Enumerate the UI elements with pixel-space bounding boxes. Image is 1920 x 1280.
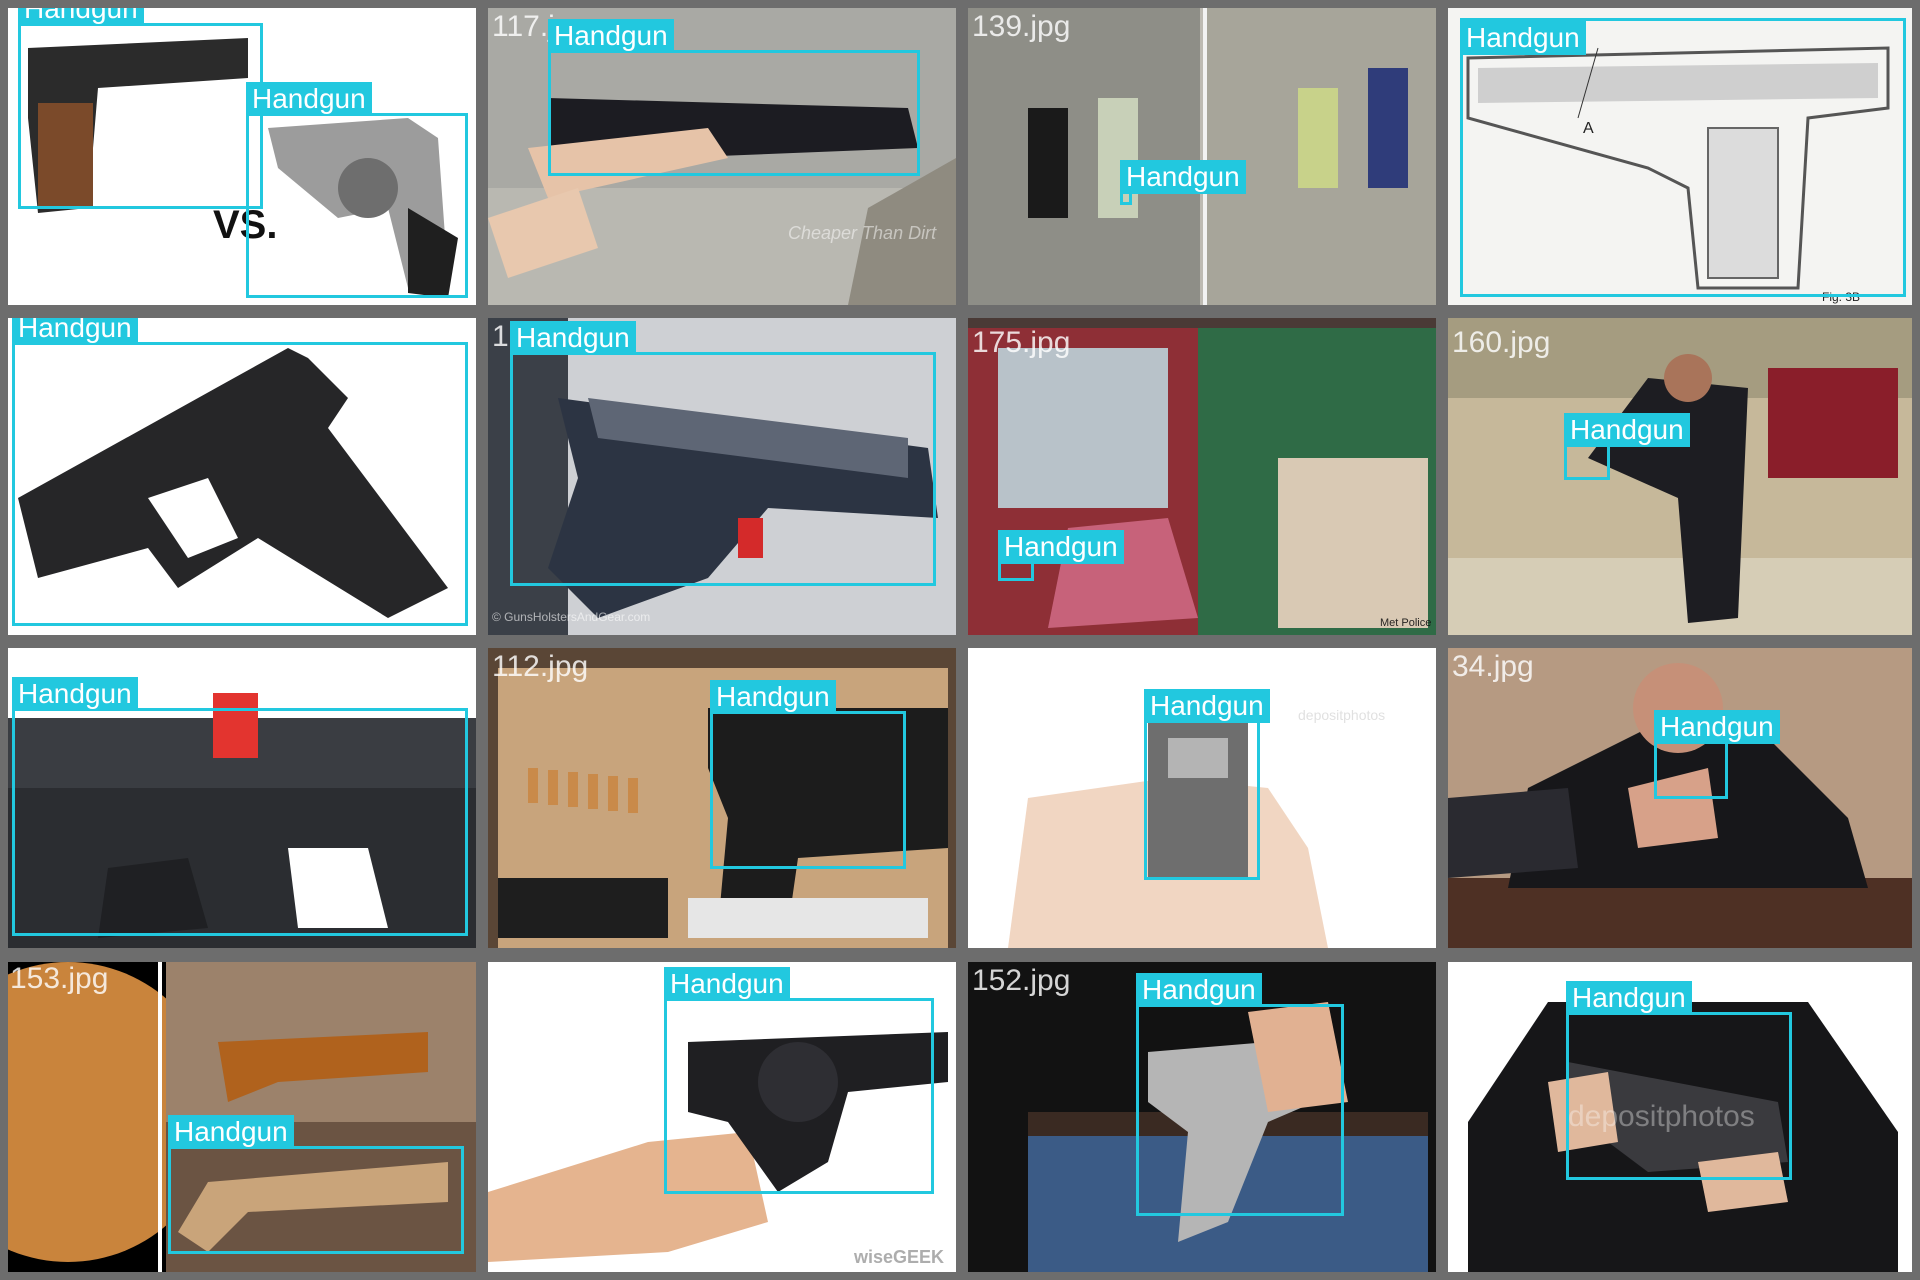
tile-filename: 112.jpg bbox=[492, 650, 589, 683]
detection-box: Handgun bbox=[510, 321, 936, 586]
detection-label: Handgun bbox=[18, 8, 144, 26]
detection-box: Handgun bbox=[12, 318, 468, 626]
detection-label: Handgun bbox=[998, 530, 1124, 564]
detection-box: Handgun bbox=[664, 967, 934, 1194]
detection-label: Handgun bbox=[12, 318, 138, 345]
detection-label: Handgun bbox=[1144, 689, 1270, 723]
detection-label: Handgun bbox=[1564, 413, 1690, 447]
detection-box: Handgun bbox=[246, 82, 468, 298]
detection-box: Handgun bbox=[1654, 710, 1780, 799]
tile-11: 42.jpg depositphotos Handgun bbox=[968, 648, 1436, 948]
detection-label: Handgun bbox=[12, 677, 138, 711]
tile-filename: 160.jpg bbox=[1452, 326, 1551, 359]
tile-filename: 53.jpg bbox=[1452, 964, 1534, 997]
tile-7: 175.jpg Met Police Handgun bbox=[968, 318, 1436, 635]
detection-box: Handgun bbox=[18, 8, 263, 209]
detection-label: Handgun bbox=[1566, 981, 1692, 1015]
tile-filename: 153.jpg bbox=[10, 962, 109, 995]
tile-9: 64.jpg Handgun bbox=[8, 648, 476, 948]
tile-photo bbox=[968, 318, 1436, 635]
tile-12: 34.jpg Handgun bbox=[1448, 648, 1912, 948]
detection-label: Handgun bbox=[664, 967, 790, 1001]
watermark: wiseGEEK bbox=[854, 1247, 945, 1267]
detection-label: Handgun bbox=[710, 680, 836, 714]
tile-1: VS. 1.jpg Handgun Handgun bbox=[8, 8, 476, 305]
watermark: Cheaper Than Dirt bbox=[788, 223, 937, 243]
tile-14: 199.jpg wiseGEEK Handgun bbox=[488, 962, 956, 1272]
tile-filename: 175.jpg bbox=[972, 326, 1071, 359]
tile-4: A Fig. 3B Handgun bbox=[1448, 8, 1912, 305]
detection-mosaic: VS. 1.jpg Handgun Handgun 117.jpg Cheape… bbox=[0, 0, 1920, 1280]
watermark: © GunsHolstersAndGear.com bbox=[492, 610, 651, 624]
tile-photo bbox=[1448, 318, 1912, 635]
tile-5: 55.jpg Handgun bbox=[8, 318, 476, 635]
detection-label: Handgun bbox=[168, 1115, 294, 1149]
detection-box: Handgun bbox=[998, 530, 1124, 581]
detection-box: Handgun bbox=[1136, 973, 1344, 1216]
detection-box: Handgun bbox=[1120, 160, 1246, 205]
detection-box: Handgun bbox=[1566, 981, 1792, 1180]
tile-2: 117.jpg Cheaper Than Dirt Handgun bbox=[488, 8, 956, 305]
detection-box: Handgun bbox=[12, 677, 468, 936]
detection-label: Handgun bbox=[510, 321, 636, 355]
tile-filename: 34.jpg bbox=[1452, 650, 1534, 683]
detection-box: Handgun bbox=[1144, 689, 1270, 880]
detection-label: Handgun bbox=[246, 82, 372, 116]
detection-box: Handgun bbox=[1564, 413, 1690, 480]
detection-label: Handgun bbox=[1136, 973, 1262, 1007]
detection-box: Handgun bbox=[1460, 18, 1906, 297]
tile-filename: 152.jpg bbox=[972, 964, 1071, 997]
detection-label: Handgun bbox=[1654, 710, 1780, 744]
watermark: depositphotos bbox=[1298, 707, 1386, 723]
tile-8: 160.jpg Handgun bbox=[1448, 318, 1912, 635]
tile-filename: 139.jpg bbox=[972, 10, 1071, 43]
detection-label: Handgun bbox=[1120, 160, 1246, 194]
detection-label: Handgun bbox=[548, 19, 674, 53]
tile-6: 16 © GunsHolstersAndGear.com Handgun bbox=[488, 318, 956, 635]
tile-filename: 42.jpg bbox=[972, 650, 1054, 683]
detection-label: Handgun bbox=[1460, 21, 1586, 55]
tile-filename: 199.jpg bbox=[492, 964, 591, 997]
tile-15: 152.jpg Handgun bbox=[968, 962, 1436, 1272]
watermark: Met Police bbox=[1380, 617, 1432, 629]
detection-box: Handgun bbox=[168, 1115, 464, 1254]
tile-photo bbox=[968, 8, 1436, 305]
tile-filename: 64.jpg bbox=[8, 648, 88, 677]
tile-3: 139.jpg Handgun bbox=[968, 8, 1436, 305]
tile-13: 153.jpg Handgun bbox=[8, 962, 476, 1272]
tile-16: 53.jpg depositphotos Handgun bbox=[1448, 962, 1912, 1272]
detection-box: Handgun bbox=[710, 680, 906, 869]
detection-box: Handgun bbox=[548, 19, 920, 176]
tile-10: 112.jpg Handgun bbox=[488, 648, 956, 948]
